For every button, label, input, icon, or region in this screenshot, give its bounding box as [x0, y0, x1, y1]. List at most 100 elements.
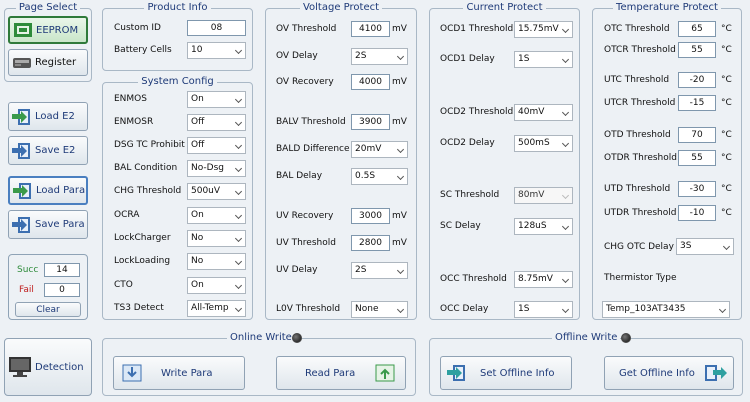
battery-cells-value: 10	[191, 45, 203, 55]
utd-threshold-input[interactable]: -30	[678, 181, 716, 197]
eeprom-label: EEPROM	[36, 24, 79, 36]
ocd2-threshold-value: 40mV	[518, 107, 545, 117]
detection-button[interactable]: Detection	[4, 338, 92, 396]
enmos-label: ENMOS	[114, 94, 147, 104]
ocd1-threshold-label: OCD1 Threshold	[440, 24, 514, 34]
ocd2-delay-select[interactable]: 500mS	[514, 135, 573, 152]
utcr-threshold-unit: °C	[721, 98, 732, 108]
ts3-detect-label: TS3 Detect	[114, 303, 164, 313]
utd-threshold-unit: °C	[721, 184, 732, 194]
utd-threshold-label: UTD Threshold	[604, 184, 671, 194]
ts3-detect-value: All-Temp	[191, 303, 229, 313]
eeprom-button[interactable]: EEPROM	[8, 16, 88, 44]
load-para-button[interactable]: Load Para	[8, 176, 88, 205]
utc-threshold-input[interactable]: -20	[678, 72, 716, 88]
ocd2-threshold-select[interactable]: 40mV	[514, 104, 573, 121]
monitor-icon	[8, 356, 32, 378]
chg-otc-delay-select[interactable]: 3S	[676, 238, 734, 255]
ocra-label: OCRA	[114, 210, 140, 220]
uv-delay-value: 2S	[355, 265, 367, 275]
get-offline-info-button[interactable]: Get Offline Info	[604, 356, 734, 390]
succ-value: 14	[44, 263, 80, 277]
otdr-threshold-input[interactable]: 55	[678, 150, 716, 166]
online-write-indicator	[292, 333, 302, 343]
ov-threshold-label: OV Threshold	[276, 24, 337, 34]
set-offline-info-button[interactable]: Set Offline Info	[440, 356, 572, 390]
bald-difference-select[interactable]: 20mV	[351, 141, 408, 158]
ocd2-delay-label: OCD2 Delay	[440, 138, 495, 148]
enmos-select[interactable]: On	[187, 91, 246, 108]
load-e2-button[interactable]: Load E2	[8, 102, 88, 131]
utdr-threshold-label: UTDR Threshold	[604, 208, 677, 218]
load-e2-label: Load E2	[35, 111, 75, 122]
l0v-threshold-select[interactable]: None	[351, 301, 408, 318]
bal-delay-select[interactable]: 0.5S	[351, 168, 408, 185]
ov-recovery-input[interactable]: 4000	[351, 74, 390, 90]
uv-threshold-input[interactable]: 2800	[351, 235, 390, 251]
ocd2-threshold-label: OCD2 Threshold	[440, 107, 514, 117]
chg-threshold-value: 500uV	[191, 186, 221, 196]
balv-threshold-input[interactable]: 3900	[351, 114, 390, 130]
sc-threshold-label: SC Threshold	[440, 190, 500, 200]
lockcharger-select[interactable]: No	[187, 230, 246, 247]
custom-id-label: Custom ID	[114, 23, 161, 33]
ov-threshold-unit: mV	[392, 24, 407, 34]
read-para-button[interactable]: Read Para	[276, 356, 406, 390]
lockloading-label: LockLoading	[114, 256, 171, 266]
bal-delay-value: 0.5S	[355, 171, 376, 181]
battery-cells-select[interactable]: 10	[187, 42, 246, 59]
write-para-button[interactable]: Write Para	[113, 356, 245, 390]
product-info-group: Product Info	[102, 2, 253, 71]
occ-threshold-select[interactable]: 8.75mV	[514, 271, 573, 288]
thermistor-type-select[interactable]: Temp_103AT3435	[602, 301, 730, 318]
cto-label: CTO	[114, 280, 133, 290]
system-config-title: System Config	[138, 76, 217, 87]
register-button[interactable]: Register	[8, 49, 88, 76]
custom-id-input[interactable]: 08	[187, 20, 246, 36]
ov-delay-select[interactable]: 2S	[351, 48, 408, 65]
otd-threshold-input[interactable]: 70	[678, 127, 716, 143]
otd-threshold-label: OTD Threshold	[604, 130, 671, 140]
ov-delay-value: 2S	[355, 51, 367, 61]
ts3-detect-select[interactable]: All-Temp	[187, 300, 246, 317]
otc-threshold-input[interactable]: 65	[678, 21, 716, 37]
save-para-button[interactable]: Save Para	[8, 210, 88, 239]
set-offline-info-label: Set Offline Info	[480, 367, 555, 379]
clear-button[interactable]: Clear	[15, 302, 81, 317]
online-write-title: Online Write	[227, 332, 295, 343]
cto-value: On	[191, 280, 204, 290]
sc-delay-select[interactable]: 128uS	[514, 218, 573, 235]
voltage-protect-title: Voltage Protect	[299, 2, 383, 13]
ov-threshold-input[interactable]: 4100	[351, 21, 390, 37]
lockcharger-label: LockCharger	[114, 233, 171, 243]
utdr-threshold-input[interactable]: -10	[678, 205, 716, 221]
utc-threshold-unit: °C	[721, 75, 732, 85]
bal-condition-select[interactable]: No-Dsg	[187, 160, 246, 177]
page-select-title: Page Select	[15, 2, 81, 13]
save-e2-button[interactable]: Save E2	[8, 136, 88, 165]
ocd1-delay-select[interactable]: 1S	[514, 51, 573, 68]
utcr-threshold-input[interactable]: -15	[678, 95, 716, 111]
chg-threshold-select[interactable]: 500uV	[187, 183, 246, 200]
sc-threshold-select[interactable]: 80mV	[514, 187, 573, 204]
occ-delay-label: OCC Delay	[440, 304, 489, 314]
lockloading-select[interactable]: No	[187, 253, 246, 270]
otdr-threshold-unit: °C	[721, 153, 732, 163]
ocd1-threshold-select[interactable]: 15.75mV	[514, 21, 573, 38]
utcr-threshold-label: UTCR Threshold	[604, 98, 676, 108]
ocra-select[interactable]: On	[187, 207, 246, 224]
cto-select[interactable]: On	[187, 277, 246, 294]
occ-delay-select[interactable]: 1S	[514, 301, 573, 318]
ocd1-delay-label: OCD1 Delay	[440, 54, 495, 64]
enmosr-select[interactable]: Off	[187, 114, 246, 131]
load-e2-icon	[12, 108, 32, 126]
chg-otc-delay-label: CHG OTC Delay	[604, 242, 674, 252]
ov-recovery-unit: mV	[392, 77, 407, 87]
uv-threshold-label: UV Threshold	[276, 238, 336, 248]
l0v-threshold-value: None	[355, 304, 379, 314]
dsg-tc-prohibit-select[interactable]: Off	[187, 137, 246, 154]
uv-delay-select[interactable]: 2S	[351, 262, 408, 279]
uv-recovery-input[interactable]: 3000	[351, 208, 390, 224]
load-para-label: Load Para	[36, 185, 86, 196]
otcr-threshold-input[interactable]: 55	[678, 42, 716, 58]
